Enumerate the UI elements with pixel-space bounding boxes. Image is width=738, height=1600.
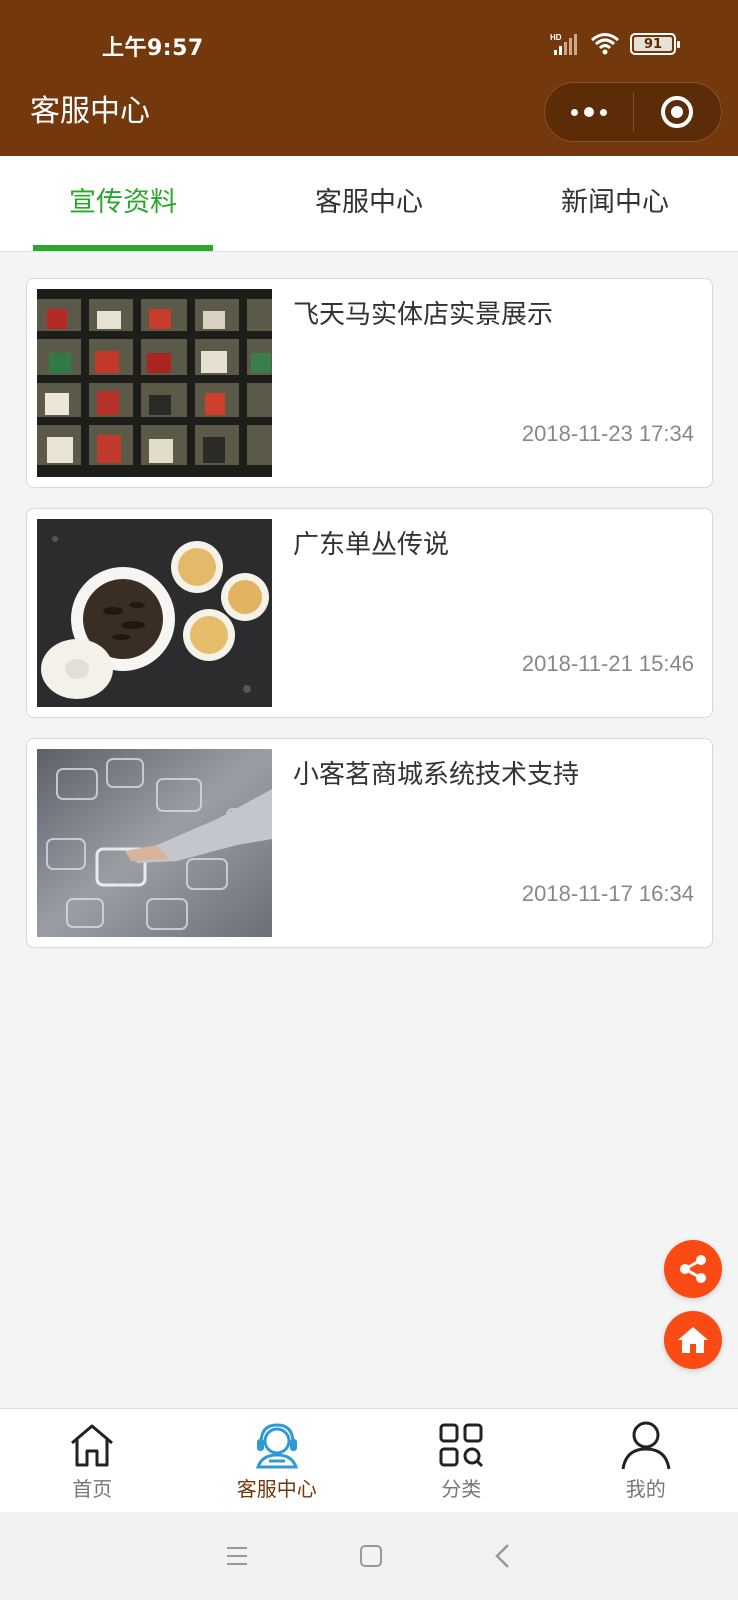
active-tab-indicator: [33, 245, 213, 251]
tab-promo[interactable]: 宣传资料: [0, 156, 246, 251]
article-list: 飞天马实体店实景展示 2018-11-23 17:34 广东单丛传说 2018-…: [26, 278, 713, 968]
app-header: 上午9:57 HD 91 客服中心: [0, 0, 738, 156]
article-thumbnail: [37, 519, 272, 707]
customer-service-icon: [255, 1423, 298, 1469]
share-icon: [680, 1255, 706, 1283]
tab-label: 新闻中心: [561, 187, 669, 218]
page-title: 客服中心: [30, 94, 150, 129]
status-icons: HD 91: [550, 30, 680, 58]
nav-label: 分类: [441, 1477, 482, 1501]
article-card[interactable]: 飞天马实体店实景展示 2018-11-23 17:34: [26, 278, 713, 488]
back-icon[interactable]: [493, 1543, 513, 1569]
miniprogram-capsule: [544, 82, 722, 142]
tab-bar: 宣传资料 客服中心 新闻中心: [0, 156, 738, 252]
article-date: 2018-11-21 15:46: [521, 651, 694, 676]
nav-item-mine[interactable]: 我的: [554, 1409, 738, 1512]
signal-icon: HD: [550, 33, 577, 55]
home-square-icon[interactable]: [359, 1544, 383, 1568]
battery-level: 91: [643, 36, 663, 52]
share-button[interactable]: [664, 1240, 722, 1298]
article-card[interactable]: 小客茗商城系统技术支持 2018-11-17 16:34: [26, 738, 713, 948]
tab-customer-service[interactable]: 客服中心: [246, 156, 492, 251]
tab-news[interactable]: 新闻中心: [492, 156, 738, 251]
nav-item-home[interactable]: 首页: [0, 1409, 185, 1512]
close-miniprogram-button[interactable]: [634, 83, 722, 141]
system-nav-bar: [0, 1512, 738, 1600]
nav-item-category[interactable]: 分类: [369, 1409, 554, 1512]
more-dots-icon: [570, 107, 607, 117]
more-button[interactable]: [545, 83, 633, 141]
article-title: 广东单丛传说: [293, 530, 450, 560]
article-date: 2018-11-17 16:34: [521, 881, 694, 906]
article-title: 小客茗商城系统技术支持: [293, 760, 580, 790]
nav-item-customer-service[interactable]: 客服中心: [185, 1409, 370, 1512]
nav-label: 我的: [625, 1477, 666, 1501]
menu-icon[interactable]: [225, 1545, 249, 1567]
tab-label: 客服中心: [315, 187, 423, 218]
nav-label: 客服中心: [236, 1477, 317, 1501]
tab-label: 宣传资料: [69, 187, 177, 218]
svg-text:HD: HD: [550, 33, 562, 42]
nav-label: 首页: [72, 1477, 113, 1501]
home-float-button[interactable]: [664, 1311, 722, 1369]
bottom-nav: 首页 客服中心 分类 我的: [0, 1408, 738, 1512]
home-outline-icon: [71, 1424, 114, 1467]
user-icon: [621, 1421, 671, 1470]
battery-icon: 91: [630, 33, 680, 55]
article-title: 飞天马实体店实景展示: [293, 300, 554, 330]
article-thumbnail: [37, 289, 272, 477]
home-icon: [678, 1327, 708, 1353]
target-circle-icon: [661, 96, 694, 128]
category-grid-icon: [439, 1423, 484, 1468]
article-thumbnail: [37, 749, 272, 937]
wifi-icon: [591, 33, 619, 55]
article-card[interactable]: 广东单丛传说 2018-11-21 15:46: [26, 508, 713, 718]
status-time: 上午9:57: [102, 36, 204, 61]
article-date: 2018-11-23 17:34: [521, 421, 694, 446]
